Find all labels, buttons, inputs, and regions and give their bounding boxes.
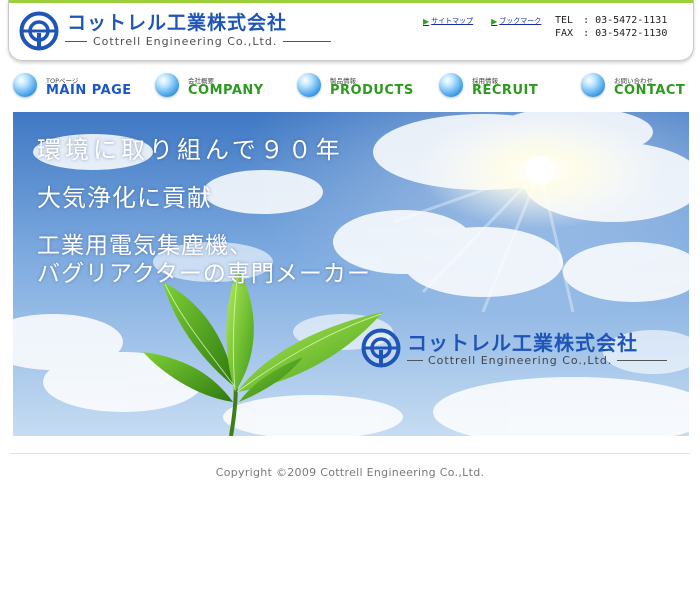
copyright-text: Copyright ©2009 Cottrell Engineering Co.… [215, 466, 485, 479]
contact-info: TEL : 03-5472-1131 FAX : 03-5472-1130 [555, 14, 667, 40]
nav-orb-icon [155, 73, 179, 97]
nav-label: PRODUCTS [330, 83, 414, 98]
nav-orb-icon [439, 73, 463, 97]
nav-orb-icon [13, 73, 37, 97]
tel-row: TEL : 03-5472-1131 [555, 14, 667, 27]
hero-banner: 環境に取り組んで９０年 大気浄化に貢献 工業用電気集塵機、 バグリアクターの専門… [13, 112, 689, 436]
hero-company-logo: コットレル工業株式会社 Cottrell Engineering Co.,Ltd… [361, 326, 681, 376]
sitemap-link[interactable]: ▶ サイトマップ [423, 16, 473, 26]
company-name-en: Cottrell Engineering Co.,Ltd. [65, 35, 332, 48]
tel-value: : 03-5472-1131 [583, 15, 668, 26]
nav-item-main-page[interactable]: TOPページ MAIN PAGE [13, 68, 133, 106]
nav-item-contact[interactable]: お問い合わせ CONTACT [581, 68, 693, 106]
nav-label: COMPANY [188, 83, 264, 98]
fax-label: FAX [555, 28, 574, 39]
nav-orb-icon [297, 73, 321, 97]
company-name-en-text: Cottrell Engineering Co.,Ltd. [93, 35, 278, 48]
divider [617, 360, 668, 361]
hero-company-name-jp: コットレル工業株式会社 [407, 331, 638, 355]
cottrell-logo-icon [361, 328, 401, 368]
arrow-right-icon: ▶ [491, 16, 498, 26]
bookmark-link[interactable]: ▶ ブックマーク [491, 16, 541, 26]
arrow-right-icon: ▶ [423, 16, 430, 26]
nav-item-products[interactable]: 製品情報 PRODUCTS [297, 68, 417, 106]
bookmark-link-label: ブックマーク [499, 17, 542, 25]
hero-company-name-en-text: Cottrell Engineering Co.,Ltd. [428, 354, 613, 367]
header-accent-line [9, 0, 693, 3]
cottrell-logo-icon[interactable] [19, 11, 59, 51]
hero-headline-2: 大気浄化に貢献 [37, 184, 212, 212]
main-nav: TOPページ MAIN PAGE 会社概要 COMPANY 製品情報 PRODU… [0, 68, 700, 108]
nav-item-recruit[interactable]: 採用情報 RECRUIT [439, 68, 559, 106]
nav-label: MAIN PAGE [46, 83, 132, 98]
fax-value: : 03-5472-1130 [583, 28, 668, 39]
company-name-jp[interactable]: コットレル工業株式会社 [67, 8, 287, 35]
nav-orb-icon [581, 73, 605, 97]
footer-divider [10, 453, 690, 454]
nav-label: RECRUIT [472, 83, 539, 98]
fax-row: FAX : 03-5472-1130 [555, 27, 667, 40]
site-header: コットレル工業株式会社 Cottrell Engineering Co.,Ltd… [8, 0, 694, 61]
hero-headline-1: 環境に取り組んで９０年 [37, 136, 344, 164]
nav-label: CONTACT [614, 83, 686, 98]
tel-label: TEL [555, 15, 574, 26]
hero-headline-4: バグリアクターの専門メーカー [37, 261, 371, 287]
utility-links: ▶ サイトマップ ▶ ブックマーク [423, 16, 541, 26]
sitemap-link-label: サイトマップ [431, 17, 474, 25]
divider [283, 41, 332, 42]
nav-item-company[interactable]: 会社概要 COMPANY [155, 68, 275, 106]
divider [407, 360, 423, 361]
divider [65, 41, 87, 42]
hero-company-name-en: Cottrell Engineering Co.,Ltd. [407, 354, 668, 367]
